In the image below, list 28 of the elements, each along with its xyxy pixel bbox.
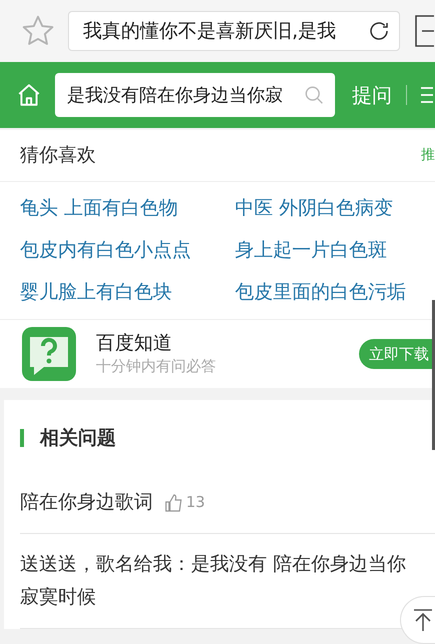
search-icon[interactable] (303, 84, 325, 106)
app-logo-icon (22, 327, 76, 381)
section-title: 猜你喜欢 (20, 143, 96, 168)
suggestion-link[interactable]: 龟头 上面有白色物 (20, 194, 235, 223)
url-text: 我真的懂你不是喜新厌旧,是我 (83, 18, 338, 44)
back-to-top-button[interactable] (400, 596, 435, 644)
section-title: 相关问题 (40, 426, 116, 451)
recommend-link[interactable]: 推 (421, 145, 435, 166)
question-link[interactable]: 送送送，歌名给我：是我没有 陪在你身边当你寂寞时候 (20, 548, 424, 614)
app-name: 百度知道 (96, 331, 173, 355)
question-link[interactable]: 陪在你身边歌词 (20, 486, 153, 519)
download-button[interactable]: 立即下载 (359, 339, 435, 369)
home-icon[interactable] (16, 82, 42, 108)
title-accent-bar (20, 429, 24, 447)
suggestion-link[interactable]: 身上起一片白色斑 (235, 236, 415, 265)
address-bar[interactable]: 我真的懂你不是喜新厌旧,是我 (68, 11, 400, 51)
arrow-up-icon (413, 608, 433, 632)
suggestion-link[interactable]: 婴儿脸上有白色块 (20, 278, 235, 307)
like-count: 13 (186, 492, 206, 514)
ask-link[interactable]: 提问 (352, 80, 392, 110)
suggestion-link[interactable]: 中医 外阴白色病变 (235, 194, 415, 223)
menu-icon[interactable] (421, 85, 433, 105)
thumbs-up-icon (165, 494, 183, 512)
suggestion-link[interactable]: 包皮内有白色小点点 (20, 236, 235, 265)
suggestion-link[interactable]: 包皮里面的白色污垢 (235, 278, 415, 307)
search-field[interactable]: 是我没有陪在你身边当你寂 (55, 73, 335, 117)
app-tagline: 十分钟内有问必答 (96, 356, 217, 377)
tabs-icon[interactable] (414, 13, 435, 49)
